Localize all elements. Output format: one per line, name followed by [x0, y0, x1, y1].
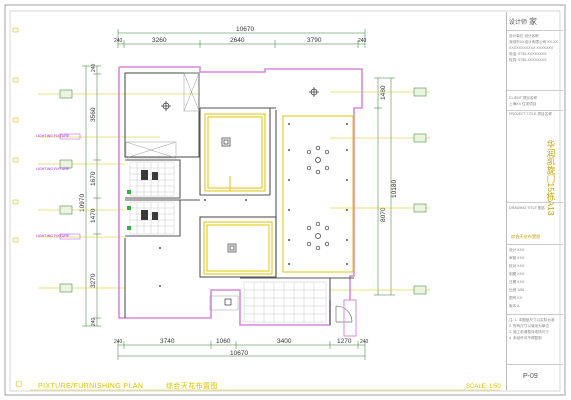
tb-divider — [507, 90, 563, 91]
client-value: 上海XX 住宅项目 — [509, 102, 537, 106]
company-line-4: 电话: 0755-XXXXXXXX — [509, 52, 547, 56]
left-tag-2: LIGHTING FIXTURE — [36, 167, 70, 171]
tb-divider — [507, 202, 563, 203]
company-logo: 设计师 家 — [509, 14, 561, 28]
tb-note-3: 3. 施工前请核对现场尺寸 — [509, 330, 549, 334]
company-line-1: 设计单位 设计名称 — [509, 34, 539, 38]
tb-divider — [507, 314, 563, 315]
left-dim-2: 3560 — [90, 107, 97, 122]
left-dim-4: 1470 — [90, 208, 97, 223]
door-frame — [343, 299, 357, 337]
title-block: 设计师 家 设计单位 设计名称 深圳市XX设计有限公司 XX-XX XXXXXX… — [506, 12, 563, 390]
bathroom-fixtures — [141, 170, 158, 220]
bottom-dim-4: 3400 — [277, 338, 292, 345]
tb-note-1: 注: 1. 本图纸尺寸以实际为准 — [509, 318, 555, 322]
company-line-3: XXXXXXXXXXX XXXXXXX — [509, 46, 554, 50]
company-line-2: 深圳市XX设计有限公司 XX-XX — [509, 40, 558, 44]
left-tag-1: LIGHTING FIXTURE — [36, 134, 70, 138]
top-dim-3: 2640 — [230, 37, 245, 44]
project-label: PROJECT TITLE 项目名称 — [509, 112, 552, 116]
sheet-number: P-09 — [523, 373, 538, 380]
bottom-dim-2: 3740 — [160, 338, 175, 345]
top-dim-4: 3790 — [307, 37, 322, 44]
tb-row-4: 制图 XXX — [509, 272, 525, 276]
left-tag-boxes — [59, 89, 73, 293]
drawing-sheet: 10670 240 3260 2640 3790 240 240 3740 10… — [0, 0, 571, 400]
sheet-name: 综合天花布置图 — [511, 234, 541, 239]
tb-row-6: 比例 1/50 — [509, 288, 525, 292]
ceiling-plan-drawing: 10670 240 3260 2640 3790 240 240 3740 10… — [4, 4, 566, 396]
tb-row-5: 日期 XXX — [509, 280, 525, 284]
client-label: CLIENT 项目名称 — [509, 96, 538, 100]
drawing-title-en: PIXTURE/FURNISHING PLAN — [38, 383, 143, 390]
left-dim-3: 1670 — [90, 171, 97, 186]
top-total-dim: 10670 — [236, 26, 254, 33]
tb-row-8: 版本 A — [509, 304, 520, 308]
bottom-dim-5: 1270 — [337, 338, 352, 345]
right-tag-leaders — [330, 91, 430, 291]
top-dim-2: 3260 — [152, 37, 167, 44]
right-dim-upper: 1480 — [380, 85, 387, 100]
tb-divider — [507, 110, 563, 111]
bottom-dim-6: 240 — [360, 339, 369, 345]
left-tag-3: LIGHTING FIXTURE — [36, 234, 70, 238]
drawing-scale: SCALE: 1/50 — [466, 384, 501, 390]
left-dim-5: 3270 — [90, 273, 97, 288]
tb-divider — [507, 30, 563, 31]
tb-divider — [507, 364, 563, 365]
tb-note-4: 4. 未经许可不得复制 — [509, 336, 542, 340]
top-dim-5: 240 — [358, 38, 367, 44]
right-dim-total: 10180 — [391, 180, 398, 198]
left-dim-1: 240 — [91, 63, 97, 72]
side-marks — [12, 27, 23, 388]
logo-char: 家 — [529, 16, 538, 26]
left-tag-labels — [59, 133, 81, 240]
tile-grids — [129, 161, 327, 323]
right-tag-boxes — [413, 87, 427, 295]
top-dim-1: 240 — [114, 38, 123, 44]
inner-walls — [124, 72, 354, 325]
project-name: 华润凯旋门15栋A13 — [546, 140, 556, 216]
tb-row-1: 设计 XXX — [509, 248, 525, 252]
company-line-5: 传真: 0755-XXXXXXXX — [509, 58, 547, 62]
left-dim-6: 240 — [91, 317, 97, 326]
bottom-total-dim: 10670 — [230, 350, 248, 357]
tb-row-3: 校对 XXX — [509, 264, 525, 268]
right-dim-mid: 8070 — [380, 207, 387, 222]
tb-row-2: 审核 XXX — [509, 256, 525, 260]
drawing-label: DRAWING TITLE 图名 — [509, 206, 546, 210]
logo-text: 设计师 — [509, 19, 528, 26]
bottom-dim-3: 1060 — [216, 338, 231, 345]
bottom-dim-1: 240 — [114, 339, 123, 345]
tb-row-7: 图号 XX — [509, 296, 522, 300]
tb-note-2: 2. 所有尺寸以毫米为单位 — [509, 324, 549, 328]
drawing-title-cn: 综合天花布置图 — [166, 381, 218, 390]
left-total-dim: 10970 — [79, 194, 86, 212]
sheet-border — [4, 4, 566, 396]
tb-divider — [507, 244, 563, 245]
